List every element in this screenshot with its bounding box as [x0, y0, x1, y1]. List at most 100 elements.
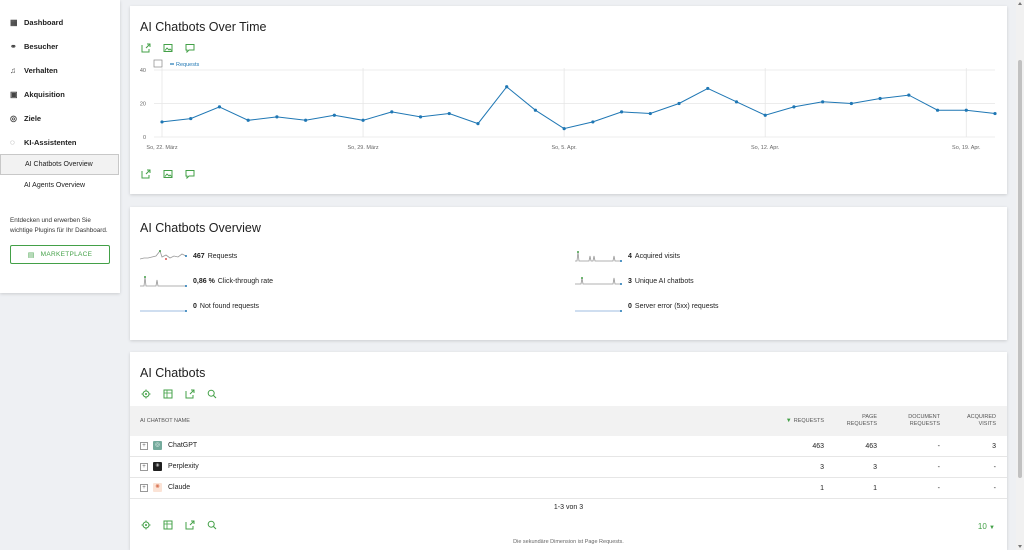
sidebar-item-label: KI-Assistenten: [24, 137, 77, 147]
visitors-icon: ⚭: [10, 41, 17, 51]
column-header-page-requests[interactable]: PAGE REQUESTS: [830, 414, 877, 428]
data-point: [533, 108, 538, 112]
metric-server-error-requests[interactable]: 0 Server error (5xx) requests: [575, 299, 719, 313]
legend-label: Requests: [176, 62, 199, 68]
data-point: [591, 120, 595, 124]
sidebar-item-label: Akquisition: [24, 89, 65, 99]
column-header-acquired-visits[interactable]: ACQUIRED VISITS: [948, 414, 996, 428]
sidebar-item-ziele[interactable]: ◎ Ziele: [0, 106, 120, 130]
metric-value: 0,86 %: [193, 277, 215, 285]
metric-unique-ai-chatbots[interactable]: 3 Unique AI chatbots: [575, 274, 694, 288]
image-icon[interactable]: [162, 42, 174, 54]
expand-row-icon[interactable]: +: [140, 462, 148, 471]
dashboard-icon: ▦: [10, 17, 18, 27]
metric-acquired-visits[interactable]: 4 Acquired visits: [575, 249, 680, 263]
export-icon[interactable]: [184, 388, 196, 400]
table-view-icon[interactable]: [162, 519, 174, 531]
table-header: AI CHATBOT NAME ▼ REQUESTS PAGE REQUESTS D…: [130, 406, 1007, 436]
gear-icon[interactable]: [140, 519, 152, 531]
sparkline-icon: [140, 250, 187, 260]
overview-title: AI Chatbots Overview: [140, 221, 261, 235]
sidebar: ▦ Dashboard ⚭ Besucher ♫ Verhalten ▣ Akq…: [0, 0, 120, 293]
column-header-label: VISITS: [978, 421, 996, 427]
sidebar-item-dashboard[interactable]: ▦ Dashboard: [0, 10, 120, 34]
chat-icon: ◌: [10, 137, 15, 147]
store-icon: ▤: [27, 251, 35, 259]
expand-row-icon[interactable]: +: [140, 441, 148, 450]
data-point: [304, 118, 308, 122]
search-icon[interactable]: [206, 388, 218, 400]
metric-not-found-requests[interactable]: 0 Not found requests: [140, 299, 259, 313]
chart-toolbar: [130, 42, 1007, 54]
data-point: [361, 118, 365, 122]
sidebar-item-ki-assistenten[interactable]: ◌ KI-Assistenten: [0, 130, 120, 154]
image-icon[interactable]: [162, 168, 174, 180]
sidebar-subitem-ai-chatbots-overview[interactable]: AI Chatbots Overview: [0, 154, 119, 175]
sidebar-item-label: Besucher: [24, 41, 59, 51]
export-icon[interactable]: [140, 168, 152, 180]
chart-options-icon: [153, 59, 163, 68]
table-row[interactable]: + ◎ ChatGPT 463 463 - 3: [130, 436, 1007, 457]
chatgpt-logo-icon: ◎: [153, 441, 162, 450]
data-point: [993, 111, 997, 116]
gear-icon[interactable]: [140, 388, 152, 400]
scroll-up-icon[interactable]: [1018, 2, 1022, 5]
data-point: [706, 86, 710, 91]
export-icon[interactable]: [184, 519, 196, 531]
cell-document-requests: -: [937, 485, 940, 492]
expand-row-icon[interactable]: +: [140, 483, 148, 492]
annotation-icon[interactable]: [184, 42, 196, 54]
data-point: [390, 110, 394, 114]
metric-value: 0: [193, 302, 197, 310]
column-header-requests[interactable]: ▼ REQUESTS: [780, 418, 824, 425]
y-tick-label: 20: [140, 102, 146, 108]
cell-requests: 3: [820, 464, 824, 471]
table-row[interactable]: + ✳ Perplexity 3 3 - -: [130, 457, 1007, 478]
row-name: Claude: [168, 484, 191, 491]
scroll-down-icon[interactable]: [1018, 545, 1022, 548]
column-header-label: REQUESTS: [793, 418, 824, 424]
series-line-requests: [161, 86, 996, 130]
export-icon[interactable]: [140, 42, 152, 54]
table-toolbar: [130, 388, 1007, 400]
marketplace-label: MARKETPLACE: [40, 251, 93, 258]
x-tick-label: So, 29. März: [347, 145, 378, 151]
y-tick-label: 40: [140, 68, 146, 74]
sidebar-subitem-ai-agents-overview[interactable]: AI Agents Overview: [0, 175, 120, 196]
sidebar-item-label: Dashboard: [24, 17, 64, 27]
table-view-icon[interactable]: [162, 388, 174, 400]
marketplace-button[interactable]: ▤ MARKETPLACE: [10, 245, 110, 264]
search-icon[interactable]: [206, 519, 218, 531]
metric-value: 4: [628, 252, 632, 260]
x-tick-label: So, 19. Apr.: [952, 145, 981, 151]
column-header-name[interactable]: AI CHATBOT NAME: [140, 418, 190, 425]
data-point: [476, 122, 480, 126]
data-point: [447, 111, 451, 116]
data-point: [189, 116, 193, 121]
page-scrollbar[interactable]: [1016, 0, 1024, 550]
cell-acquired-visits: -: [993, 485, 996, 492]
cell-requests: 463: [812, 443, 824, 450]
sidebar-item-besucher[interactable]: ⚭ Besucher: [0, 34, 120, 58]
table-title: AI Chatbots: [140, 366, 206, 380]
table-row[interactable]: + ✺ Claude 1 1 - -: [130, 478, 1007, 499]
chart-footer-toolbar: [130, 168, 196, 180]
column-header-document-requests[interactable]: DOCUMENT REQUESTS: [884, 414, 940, 428]
column-header-label: REQUESTS: [846, 421, 877, 427]
cell-acquired-visits: -: [993, 464, 996, 471]
row-name-cell: + ✺ Claude: [140, 483, 190, 492]
sidebar-item-verhalten[interactable]: ♫ Verhalten: [0, 58, 120, 82]
pagination-info: 1-3 von 3: [553, 504, 584, 511]
data-point: [648, 111, 652, 116]
row-limit-select[interactable]: 10 ▼: [978, 522, 995, 531]
data-point: [418, 115, 423, 119]
scrollbar-thumb[interactable]: [1018, 60, 1022, 478]
y-tick-label: 0: [143, 135, 146, 141]
acquisition-icon: ▣: [10, 89, 18, 99]
data-point: [964, 108, 968, 112]
goal-icon: ◎: [10, 113, 17, 123]
metric-requests[interactable]: 467 Requests: [140, 249, 237, 263]
sidebar-item-akquisition[interactable]: ▣ Akquisition: [0, 82, 120, 106]
annotation-icon[interactable]: [184, 168, 196, 180]
metric-click-through-rate[interactable]: 0,86 % Click-through rate: [140, 274, 273, 288]
